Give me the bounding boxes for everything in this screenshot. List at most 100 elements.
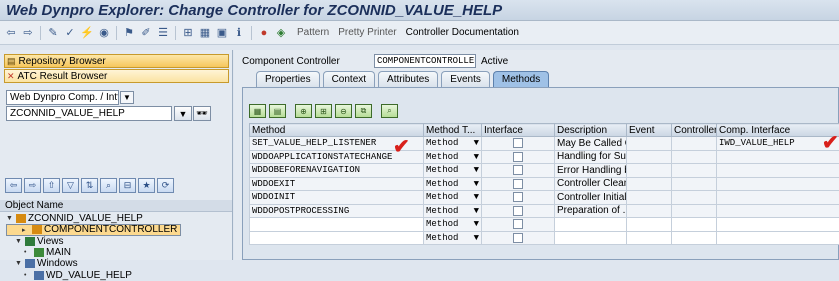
- description-cell[interactable]: Error Handling b...: [555, 164, 627, 178]
- description-cell[interactable]: May Be Called O...: [555, 137, 627, 151]
- tab-methods[interactable]: Methods: [493, 71, 549, 87]
- chevron-down-icon[interactable]: ▼: [474, 138, 479, 148]
- event-cell[interactable]: [627, 204, 672, 218]
- back-icon[interactable]: ⇦: [4, 26, 18, 40]
- object-type-select[interactable]: Web Dynpro Comp. / Intf.: [6, 90, 119, 105]
- event-cell[interactable]: [627, 231, 672, 245]
- tab-attributes[interactable]: Attributes: [378, 71, 438, 87]
- pretty-printer-button[interactable]: Pretty Printer: [338, 27, 396, 38]
- controller-cell[interactable]: [672, 204, 717, 218]
- event-cell[interactable]: [627, 191, 672, 205]
- comp-interface-cell[interactable]: [717, 164, 839, 178]
- insert-row-icon[interactable]: ⊕: [295, 104, 312, 118]
- method-type-cell[interactable]: Method▼: [424, 204, 482, 218]
- comp-interface-cell[interactable]: [717, 191, 839, 205]
- tree-node[interactable]: •MAIN: [0, 247, 232, 258]
- controller-cell[interactable]: [672, 218, 717, 232]
- external-breakpoint-icon[interactable]: ◈: [274, 26, 288, 40]
- tree-node[interactable]: ▼Views: [0, 236, 232, 247]
- deselect-all-icon[interactable]: ▤: [269, 104, 286, 118]
- interface-checkbox[interactable]: [513, 192, 523, 202]
- method-type-cell[interactable]: Method▼: [424, 191, 482, 205]
- chevron-down-icon[interactable]: ▼: [120, 91, 134, 104]
- method-name-cell[interactable]: WDDOBEFORENAVIGATION: [250, 164, 424, 178]
- table-row[interactable]: WDDOINITMethod▼Controller Initiali...: [250, 191, 839, 205]
- favorites-icon[interactable]: ★: [138, 178, 155, 193]
- controller-cell[interactable]: [672, 231, 717, 245]
- comp-interface-cell[interactable]: IWD_VALUE_HELP: [717, 137, 839, 151]
- description-cell[interactable]: [555, 231, 627, 245]
- interface-checkbox[interactable]: [513, 165, 523, 175]
- event-cell[interactable]: [627, 218, 672, 232]
- check-icon[interactable]: ✓: [63, 26, 77, 40]
- display-object-icon[interactable]: ▦: [198, 26, 212, 40]
- chevron-down-icon[interactable]: ▼: [474, 179, 479, 189]
- nav-forward-icon[interactable]: ⇨: [24, 178, 41, 193]
- tree-icon[interactable]: ⊟: [119, 178, 136, 193]
- find-icon[interactable]: ⌕: [100, 178, 117, 193]
- description-cell[interactable]: Controller Clean-...: [555, 177, 627, 191]
- append-row-icon[interactable]: ⊞: [315, 104, 332, 118]
- repository-browser-button[interactable]: ▤Repository Browser: [4, 54, 229, 68]
- object-name-dropdown[interactable]: ▼: [174, 106, 192, 121]
- column-header[interactable]: Comp. Interface: [717, 124, 839, 137]
- method-type-cell[interactable]: Method▼: [424, 177, 482, 191]
- chevron-down-icon[interactable]: ▼: [474, 192, 479, 202]
- object-name-input[interactable]: ZCONNID_VALUE_HELP: [6, 106, 172, 121]
- window-icon[interactable]: ▣: [215, 26, 229, 40]
- nav-up-icon[interactable]: ⇧: [43, 178, 60, 193]
- nav-back-icon[interactable]: ⇦: [5, 178, 22, 193]
- chevron-down-icon[interactable]: ▼: [474, 233, 479, 243]
- edit-icon[interactable]: ✐: [139, 26, 153, 40]
- tree-expander-icon[interactable]: ▼: [6, 215, 14, 222]
- description-cell[interactable]: Controller Initiali...: [555, 191, 627, 205]
- info-icon[interactable]: ℹ: [232, 26, 246, 40]
- controller-cell[interactable]: [672, 150, 717, 164]
- description-cell[interactable]: Handling for Sus...: [555, 150, 627, 164]
- display-change-icon[interactable]: ✎: [46, 26, 60, 40]
- forward-icon[interactable]: ⇨: [21, 26, 35, 40]
- comp-interface-cell[interactable]: [717, 177, 839, 191]
- method-type-cell[interactable]: Method▼: [424, 164, 482, 178]
- filter-icon[interactable]: ▽: [62, 178, 79, 193]
- event-cell[interactable]: [627, 164, 672, 178]
- interface-checkbox[interactable]: [513, 179, 523, 189]
- activate-icon[interactable]: ⚡: [80, 26, 94, 40]
- method-type-cell[interactable]: Method▼: [424, 218, 482, 232]
- controller-cell[interactable]: [672, 177, 717, 191]
- interface-checkbox[interactable]: [513, 233, 523, 243]
- chevron-down-icon[interactable]: ▼: [474, 219, 479, 229]
- tree-expander-icon[interactable]: ▼: [15, 260, 23, 267]
- delete-row-icon[interactable]: ⊖: [335, 104, 352, 118]
- where-used-icon[interactable]: ⚑: [122, 26, 136, 40]
- tab-events[interactable]: Events: [441, 71, 490, 87]
- description-cell[interactable]: [555, 218, 627, 232]
- method-name-cell[interactable]: [250, 231, 424, 245]
- event-cell[interactable]: [627, 137, 672, 151]
- display-icon[interactable]: 🕶: [193, 106, 211, 121]
- refresh-icon[interactable]: ⟳: [157, 178, 174, 193]
- chevron-down-icon[interactable]: ▼: [474, 152, 479, 162]
- interface-checkbox[interactable]: [513, 138, 523, 148]
- interface-checkbox[interactable]: [513, 152, 523, 162]
- comp-interface-cell[interactable]: [717, 150, 839, 164]
- tab-context[interactable]: Context: [323, 71, 375, 87]
- comp-interface-cell[interactable]: [717, 231, 839, 245]
- atc-result-browser-button[interactable]: ✕ATC Result Browser: [4, 69, 229, 83]
- pattern-button[interactable]: Pattern: [297, 27, 329, 38]
- column-header[interactable]: Description: [555, 124, 627, 137]
- description-cell[interactable]: Preparation of ..: [555, 204, 627, 218]
- table-row[interactable]: WDDOBEFORENAVIGATIONMethod▼ Error Handlin…: [250, 164, 839, 178]
- tree-expander-icon[interactable]: •: [24, 249, 32, 256]
- comp-interface-cell[interactable]: [717, 204, 839, 218]
- select-all-icon[interactable]: ▦: [249, 104, 266, 118]
- table-row[interactable]: SET_VALUE_HELP_LISTENERMethod▼May Be Cal…: [250, 137, 839, 151]
- interface-checkbox[interactable]: [513, 219, 523, 229]
- tree-expander-icon[interactable]: ▸: [22, 226, 30, 234]
- copy-row-icon[interactable]: ⧉: [355, 104, 372, 118]
- event-cell[interactable]: [627, 177, 672, 191]
- interface-checkbox[interactable]: [513, 206, 523, 216]
- chevron-down-icon[interactable]: ▼: [474, 206, 479, 216]
- chevron-down-icon[interactable]: ▼: [474, 165, 479, 175]
- method-type-cell[interactable]: Method▼: [424, 231, 482, 245]
